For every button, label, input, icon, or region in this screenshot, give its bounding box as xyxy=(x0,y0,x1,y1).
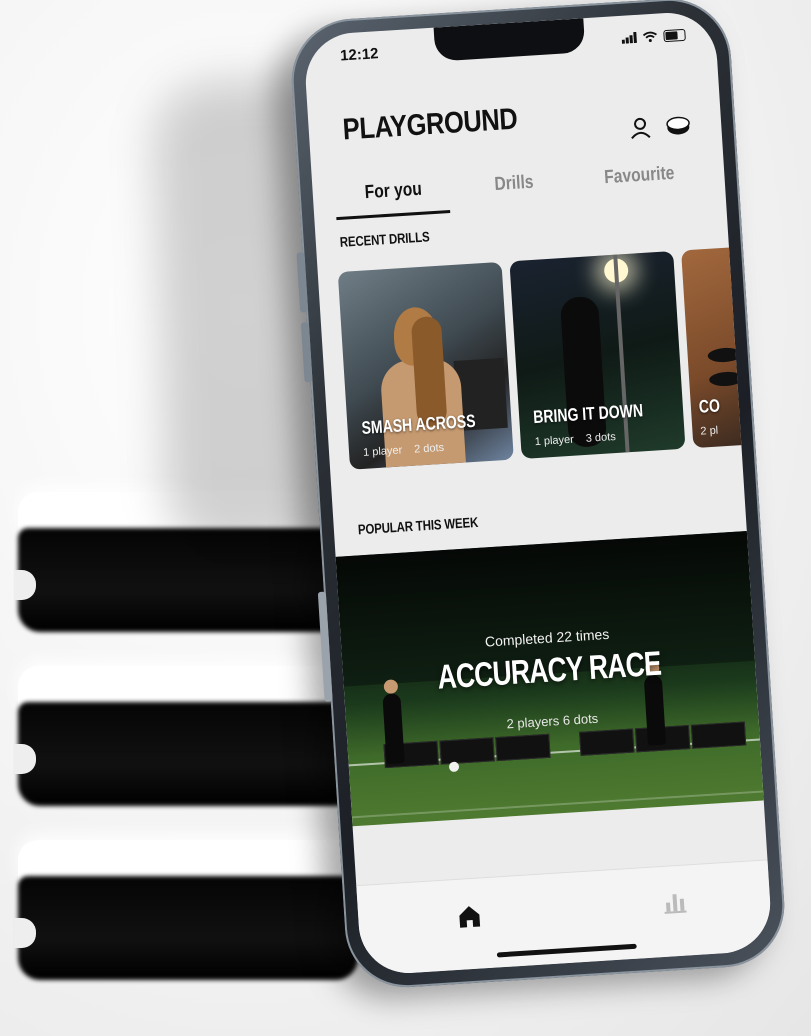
drill-card-dots: 3 dots xyxy=(585,431,617,445)
status-time: 12:12 xyxy=(339,45,380,65)
tab-drills[interactable]: Drills xyxy=(494,172,534,196)
drill-card-dots: 2 dots xyxy=(413,441,445,456)
drill-card-players: 1 player xyxy=(534,433,575,449)
app-screen: 12:12 PLAYGROUND For you Drills Favourit… xyxy=(302,9,774,977)
drill-card-players: 2 pl xyxy=(700,424,719,438)
drill-card-bring-it-down[interactable]: BRING IT DOWN 1 player 3 dots xyxy=(509,251,686,459)
tab-bar: For you Drills Favourite xyxy=(334,160,716,224)
popular-drill-banner[interactable]: Completed 22 times ACCURACY RACE 2 playe… xyxy=(335,530,764,827)
home-indicator xyxy=(496,943,637,958)
section-title-recent: RECENT DRILLS xyxy=(339,228,430,250)
drill-card-smash-across[interactable]: SMASH ACROSS 1 player 2 dots xyxy=(337,261,514,470)
puck-device-middle xyxy=(14,666,358,836)
home-icon[interactable] xyxy=(456,902,484,930)
scene: 12:12 PLAYGROUND For you Drills Favourit… xyxy=(0,0,811,1036)
wifi-icon xyxy=(643,31,658,43)
status-icons xyxy=(621,26,686,45)
tab-for-you[interactable]: For you xyxy=(364,179,422,205)
tab-favourite[interactable]: Favourite xyxy=(604,163,675,189)
phone-device: 12:12 PLAYGROUND For you Drills Favourit… xyxy=(287,0,789,991)
signal-icon xyxy=(621,31,637,44)
page-title: PLAYGROUND xyxy=(341,102,519,147)
drill-card-meta: 2 pl xyxy=(700,424,730,438)
puck-device-bottom xyxy=(14,840,358,1036)
stats-icon[interactable] xyxy=(661,887,689,915)
active-tab-indicator xyxy=(336,209,451,221)
drill-card-title: CO xyxy=(698,395,721,417)
profile-icon[interactable] xyxy=(626,114,654,142)
device-puck-icon[interactable] xyxy=(664,112,692,140)
battery-icon xyxy=(663,28,686,42)
section-title-popular: POPULAR THIS WEEK xyxy=(357,513,479,538)
drill-card-players: 1 player xyxy=(362,444,403,459)
